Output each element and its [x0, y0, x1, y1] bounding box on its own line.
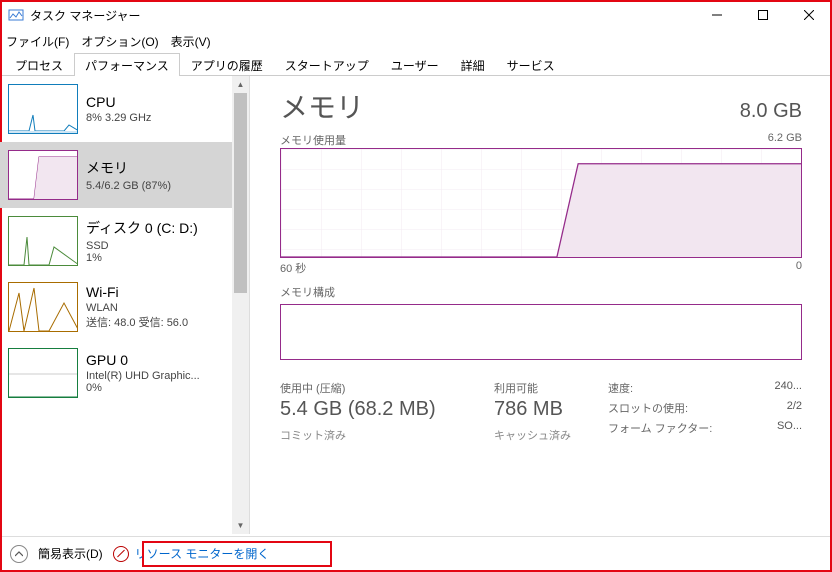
menu-file[interactable]: ファイル(F) — [6, 33, 69, 50]
open-resource-monitor-label: リソース モニターを開く — [135, 545, 270, 562]
bottom-bar: 簡易表示(D) リソース モニターを開く — [2, 536, 830, 570]
disk-thumb — [8, 216, 78, 266]
window-title: タスク マネージャー — [30, 7, 141, 24]
app-icon — [8, 7, 24, 23]
page-title: メモリ — [280, 86, 364, 126]
tab-processes[interactable]: プロセス — [4, 53, 74, 76]
wifi-thumb — [8, 282, 78, 332]
available-value: 786 MB — [494, 398, 594, 421]
tab-app-history[interactable]: アプリの履歴 — [180, 53, 274, 76]
open-resource-monitor-link[interactable]: リソース モニターを開く — [113, 545, 270, 562]
close-button[interactable] — [786, 0, 832, 30]
titlebar: タスク マネージャー — [0, 0, 832, 30]
disk-name: ディスク 0 (C: D:) — [86, 218, 198, 238]
memory-sub: 5.4/6.2 GB (87%) — [86, 180, 171, 192]
left-pane: CPU 8% 3.29 GHz メモリ 5.4/6.2 GB (87%) — [0, 76, 250, 534]
commit-label: コミット済み — [280, 427, 480, 443]
scroll-down-icon[interactable]: ▼ — [232, 517, 249, 534]
menu-view[interactable]: 表示(V) — [171, 33, 211, 50]
memory-name: メモリ — [86, 158, 171, 178]
speed-value: 240... — [774, 380, 802, 396]
x-left: 60 秒 — [280, 260, 306, 276]
maximize-button[interactable] — [740, 0, 786, 30]
left-item-memory[interactable]: メモリ 5.4/6.2 GB (87%) — [0, 142, 233, 208]
tab-services[interactable]: サービス — [496, 53, 566, 76]
minimize-button[interactable] — [694, 0, 740, 30]
form-label: フォーム ファクター: — [608, 420, 718, 436]
chevron-up-icon[interactable] — [10, 545, 28, 563]
usage-label: メモリ使用量 — [280, 132, 346, 148]
wifi-sub1: WLAN — [86, 302, 188, 314]
cached-label: キャッシュ済み — [494, 427, 594, 443]
slots-label: スロットの使用: — [608, 400, 718, 416]
window-controls — [694, 0, 832, 30]
cpu-name: CPU — [86, 94, 151, 110]
memory-total: 8.0 GB — [740, 100, 802, 123]
gpu-sub2: 0% — [86, 382, 200, 394]
left-item-cpu[interactable]: CPU 8% 3.29 GHz — [0, 76, 233, 142]
tab-users[interactable]: ユーザー — [380, 53, 450, 76]
in-use-value: 5.4 GB (68.2 MB) — [280, 398, 480, 421]
left-item-wifi[interactable]: Wi-Fi WLAN 送信: 48.0 受信: 56.0 — [0, 274, 233, 340]
menubar: ファイル(F) オプション(O) 表示(V) — [0, 30, 832, 52]
memory-stats: 使用中 (圧縮) 5.4 GB (68.2 MB) コミット済み 利用可能 78… — [280, 380, 802, 443]
gpu-sub1: Intel(R) UHD Graphic... — [86, 370, 200, 382]
scroll-up-icon[interactable]: ▲ — [232, 76, 249, 93]
tab-startup[interactable]: スタートアップ — [274, 53, 380, 76]
memory-usage-chart — [280, 148, 802, 258]
resource-monitor-icon — [113, 546, 129, 562]
wifi-sub2: 送信: 48.0 受信: 56.0 — [86, 314, 188, 330]
wifi-name: Wi-Fi — [86, 284, 188, 300]
gpu-thumb — [8, 348, 78, 398]
disk-sub2: 1% — [86, 252, 198, 264]
left-scrollbar[interactable]: ▲ ▼ — [232, 76, 249, 534]
cpu-thumb — [8, 84, 78, 134]
gpu-name: GPU 0 — [86, 352, 200, 368]
slots-value: 2/2 — [787, 400, 802, 416]
memory-thumb — [8, 150, 78, 200]
body: CPU 8% 3.29 GHz メモリ 5.4/6.2 GB (87%) — [0, 76, 832, 534]
composition-label: メモリ構成 — [280, 284, 802, 300]
right-pane: メモリ 8.0 GB メモリ使用量 6.2 GB 60 秒 0 メモリ構成 使用… — [250, 76, 832, 534]
usage-max: 6.2 GB — [768, 132, 802, 148]
left-item-gpu[interactable]: GPU 0 Intel(R) UHD Graphic... 0% — [0, 340, 233, 406]
cpu-sub: 8% 3.29 GHz — [86, 112, 151, 124]
memory-composition — [280, 304, 802, 360]
tab-performance[interactable]: パフォーマンス — [74, 53, 180, 76]
tab-bar: プロセス パフォーマンス アプリの履歴 スタートアップ ユーザー 詳細 サービス — [0, 52, 832, 76]
scroll-thumb[interactable] — [234, 93, 247, 293]
left-item-disk[interactable]: ディスク 0 (C: D:) SSD 1% — [0, 208, 233, 274]
disk-sub1: SSD — [86, 240, 198, 252]
tab-details[interactable]: 詳細 — [450, 53, 496, 76]
available-label: 利用可能 — [494, 380, 594, 396]
form-value: SO... — [777, 420, 802, 436]
x-right: 0 — [796, 260, 802, 276]
toggle-view-button[interactable]: 簡易表示(D) — [38, 545, 103, 562]
menu-options[interactable]: オプション(O) — [81, 33, 158, 50]
speed-label: 速度: — [608, 380, 718, 396]
in-use-label: 使用中 (圧縮) — [280, 380, 480, 396]
